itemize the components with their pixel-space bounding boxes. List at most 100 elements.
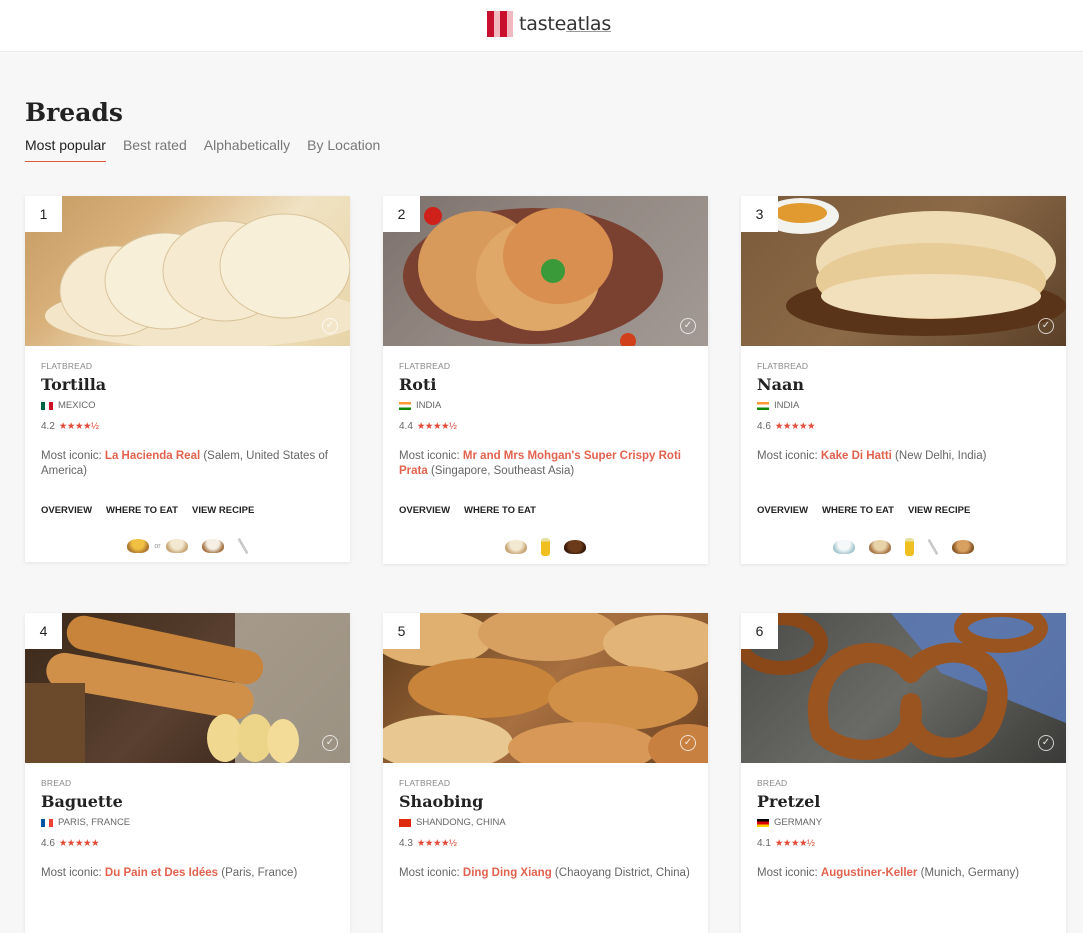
food-card-pretzel[interactable]: 6 ✓ BREAD Pretzel GERMANY 4.1 ★★★★½ Most…	[741, 613, 1066, 933]
flour-bowl-icon[interactable]	[201, 539, 224, 553]
food-image[interactable]: 4 ✓	[25, 613, 350, 763]
most-iconic: Most iconic: La Hacienda Real (Salem, Un…	[41, 449, 334, 481]
card-links: OVERVIEW WHERE TO EAT VIEW RECIPE	[41, 505, 334, 516]
overview-link[interactable]: OVERVIEW	[757, 505, 808, 516]
tasteatlas-logo[interactable]: tasteatlas	[487, 10, 611, 38]
food-card-naan[interactable]: 3 ✓ FLATBREAD Naan INDIA 4.6 ★★★★★ Most …	[741, 196, 1066, 564]
most-iconic-label: Most iconic:	[757, 450, 821, 462]
food-name[interactable]: Pretzel	[757, 792, 1050, 811]
tab-by-location[interactable]: By Location	[307, 137, 380, 162]
yogurt-icon[interactable]	[833, 540, 855, 554]
oil-bottle-icon[interactable]	[905, 538, 914, 556]
card-links: OVERVIEW WHERE TO EAT	[399, 505, 692, 516]
rating-value: 4.6	[757, 421, 771, 432]
rating: 4.1 ★★★★½	[757, 838, 1050, 849]
most-iconic: Most iconic: Mr and Mrs Mohgan's Super C…	[399, 449, 692, 481]
star-rating-icon: ★★★★½	[774, 838, 815, 849]
rank-badge: 3	[741, 196, 778, 232]
ingredients-row: or	[41, 538, 334, 562]
most-iconic-place-link[interactable]: Kake Di Hatti	[821, 450, 892, 462]
tab-best-rated[interactable]: Best rated	[123, 137, 187, 162]
wheat-flour-icon[interactable]	[165, 539, 188, 553]
location-label: GERMANY	[774, 817, 823, 828]
star-rating-icon: ★★★★½	[416, 421, 457, 432]
most-iconic-location: (Munich, Germany)	[917, 867, 1020, 879]
food-name[interactable]: Tortilla	[41, 375, 334, 394]
oil-bottle-icon[interactable]	[541, 538, 550, 556]
food-image[interactable]: 6 ✓	[741, 613, 1066, 763]
most-iconic-label: Most iconic:	[757, 867, 821, 879]
page-title: Breads	[25, 98, 123, 127]
food-name[interactable]: Baguette	[41, 792, 334, 811]
france-flag-icon	[41, 818, 53, 827]
food-image[interactable]: 3 ✓	[741, 196, 1066, 346]
checkmark-icon[interactable]: ✓	[680, 735, 696, 751]
rank-badge: 2	[383, 196, 420, 232]
rating-value: 4.6	[41, 838, 55, 849]
knife-icon[interactable]	[928, 539, 938, 555]
food-location[interactable]: INDIA	[399, 400, 692, 411]
location-label: MEXICO	[58, 400, 96, 411]
food-name[interactable]: Shaobing	[399, 792, 692, 811]
most-iconic-location: (Singapore, Southeast Asia)	[427, 465, 575, 477]
clay-oven-icon[interactable]	[952, 540, 974, 554]
rating-value: 4.1	[757, 838, 771, 849]
rank-badge: 6	[741, 613, 778, 649]
checkmark-icon[interactable]: ✓	[680, 318, 696, 334]
shaobing-illustration	[383, 613, 708, 763]
food-location[interactable]: PARIS, FRANCE	[41, 817, 334, 828]
food-location[interactable]: SHANDONG, CHINA	[399, 817, 692, 828]
food-location[interactable]: GERMANY	[757, 817, 1050, 828]
most-iconic: Most iconic: Augustiner-Keller (Munich, …	[757, 866, 1050, 898]
knife-icon[interactable]	[237, 538, 248, 554]
corn-flour-icon[interactable]	[127, 539, 150, 553]
location-label: INDIA	[416, 400, 442, 411]
wheat-flour-icon[interactable]	[505, 540, 527, 554]
view-recipe-link[interactable]: VIEW RECIPE	[908, 505, 970, 516]
rating-value: 4.4	[399, 421, 413, 432]
food-card-tortilla[interactable]: 1 ✓ FLATBREAD Tortilla MEXICO 4.2 ★★★★½ …	[25, 196, 350, 562]
food-name[interactable]: Roti	[399, 375, 692, 394]
where-to-eat-link[interactable]: WHERE TO EAT	[106, 505, 178, 516]
checkmark-icon[interactable]: ✓	[322, 318, 338, 334]
food-category: FLATBREAD	[399, 361, 451, 371]
most-iconic-place-link[interactable]: Augustiner-Keller	[821, 867, 918, 879]
top-bar: tasteatlas	[0, 0, 1083, 52]
flour-icon[interactable]	[869, 540, 891, 554]
most-iconic-place-link[interactable]: Ding Ding Xiang	[463, 867, 552, 879]
rating: 4.6 ★★★★★	[41, 838, 334, 849]
checkmark-icon[interactable]: ✓	[322, 735, 338, 751]
food-image[interactable]: 1 ✓	[25, 196, 350, 346]
checkmark-icon[interactable]: ✓	[1038, 318, 1054, 334]
china-flag-icon	[399, 818, 411, 827]
food-category: FLATBREAD	[41, 361, 93, 371]
pot-icon[interactable]	[564, 540, 586, 554]
rating-value: 4.2	[41, 421, 55, 432]
food-card-baguette[interactable]: 4 ✓ BREAD Baguette PARIS, FRANCE 4.6 ★★★…	[25, 613, 350, 933]
food-card-roti[interactable]: 2 ✓ FLATBREAD Roti INDIA 4.4 ★★★★½ Most …	[383, 196, 708, 564]
food-image[interactable]: 2 ✓	[383, 196, 708, 346]
where-to-eat-link[interactable]: WHERE TO EAT	[464, 505, 536, 516]
rank-badge: 1	[25, 196, 62, 232]
food-location[interactable]: MEXICO	[41, 400, 334, 411]
overview-link[interactable]: OVERVIEW	[41, 505, 92, 516]
food-card-shaobing[interactable]: 5 ✓ FLATBREAD Shaobing SHANDONG, CHINA 4…	[383, 613, 708, 933]
where-to-eat-link[interactable]: WHERE TO EAT	[822, 505, 894, 516]
most-iconic-location: (Paris, France)	[218, 867, 298, 879]
food-name[interactable]: Naan	[757, 375, 1050, 394]
food-category: FLATBREAD	[757, 361, 809, 371]
card-links: OVERVIEW WHERE TO EAT VIEW RECIPE	[757, 505, 1050, 516]
star-rating-icon: ★★★★★	[774, 421, 816, 432]
view-recipe-link[interactable]: VIEW RECIPE	[192, 505, 254, 516]
overview-link[interactable]: OVERVIEW	[399, 505, 450, 516]
most-iconic-place-link[interactable]: Du Pain et Des Idées	[105, 867, 218, 879]
most-iconic-place-link[interactable]: La Hacienda Real	[105, 450, 200, 462]
checkmark-icon[interactable]: ✓	[1038, 735, 1054, 751]
ingredients-row	[757, 538, 1050, 564]
rating: 4.4 ★★★★½	[399, 421, 692, 432]
tab-alphabetically[interactable]: Alphabetically	[204, 137, 290, 162]
most-iconic-location: (New Delhi, India)	[891, 450, 987, 462]
food-image[interactable]: 5 ✓	[383, 613, 708, 763]
tab-most-popular[interactable]: Most popular	[25, 137, 106, 162]
food-location[interactable]: INDIA	[757, 400, 1050, 411]
